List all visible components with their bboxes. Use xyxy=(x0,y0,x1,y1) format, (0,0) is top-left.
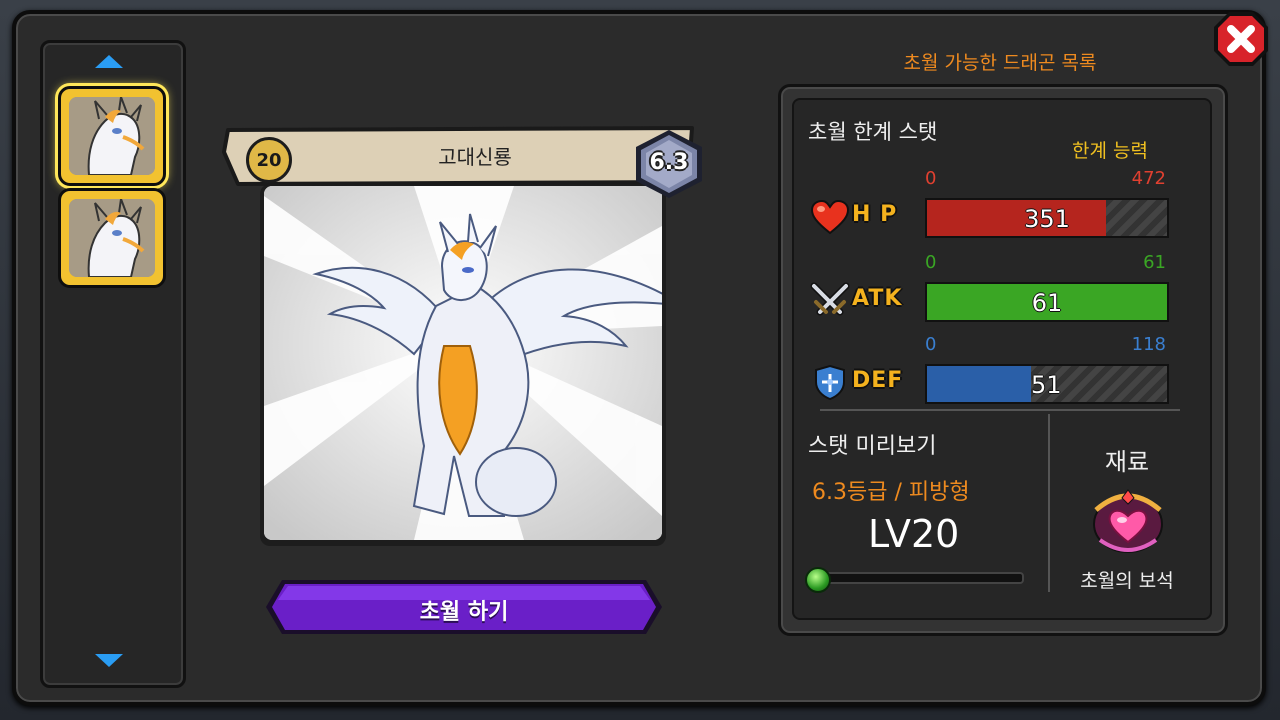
dragon-list-item[interactable] xyxy=(58,188,166,288)
divider xyxy=(820,409,1180,411)
dragon-grade: 6.3 xyxy=(649,150,689,175)
stats-title: 초월 한계 스탯 xyxy=(808,120,938,144)
dragon-portrait-icon xyxy=(69,199,155,277)
transcend-button-label: 초월 하기 xyxy=(419,600,509,625)
crossed-swords-icon xyxy=(810,282,850,316)
def-max: 118 xyxy=(1131,334,1166,355)
hp-value: 351 xyxy=(1024,205,1070,233)
transcendence-gem-icon[interactable] xyxy=(1086,480,1170,560)
shield-icon xyxy=(815,364,845,400)
scroll-down-icon[interactable] xyxy=(92,650,126,670)
atk-value: 61 xyxy=(1031,289,1063,317)
material-title: 재료 xyxy=(1104,448,1150,476)
hp-bar: 351 xyxy=(925,198,1169,238)
atk-max: 61 xyxy=(1143,252,1166,273)
preview-level: LV20 xyxy=(868,512,960,556)
scroll-up-icon[interactable] xyxy=(92,52,126,72)
material-name: 초월의 보석 xyxy=(1080,570,1174,592)
atk-bar: 61 xyxy=(925,282,1169,322)
panel-title: 초월 가능한 드래곤 목록 xyxy=(903,52,1097,74)
exp-bar xyxy=(808,572,1024,584)
preview-grade: 6.3등급 / 피방형 xyxy=(812,480,970,505)
def-label: DEF xyxy=(852,368,904,393)
limit-label: 한계 능력 xyxy=(1072,140,1148,162)
hp-max: 472 xyxy=(1131,168,1166,189)
hp-min: 0 xyxy=(925,168,937,189)
def-value: 51 xyxy=(1031,371,1062,399)
dragon-list-item[interactable] xyxy=(58,86,166,186)
dragon-level-badge: 20 xyxy=(246,137,292,183)
close-button[interactable] xyxy=(1212,10,1270,68)
hp-label: H P xyxy=(852,202,898,227)
dragon-portrait xyxy=(264,186,662,540)
def-bar: 51 xyxy=(925,364,1169,404)
dragon-portrait-icon xyxy=(69,97,155,175)
atk-min: 0 xyxy=(925,252,937,273)
close-x-icon xyxy=(1214,12,1268,66)
atk-label: ATK xyxy=(852,286,903,311)
preview-title: 스탯 미리보기 xyxy=(808,434,937,459)
dragon-name: 고대신룡 xyxy=(438,145,512,169)
def-min: 0 xyxy=(925,334,937,355)
exp-knob-icon xyxy=(805,567,831,593)
heart-icon xyxy=(810,200,850,235)
